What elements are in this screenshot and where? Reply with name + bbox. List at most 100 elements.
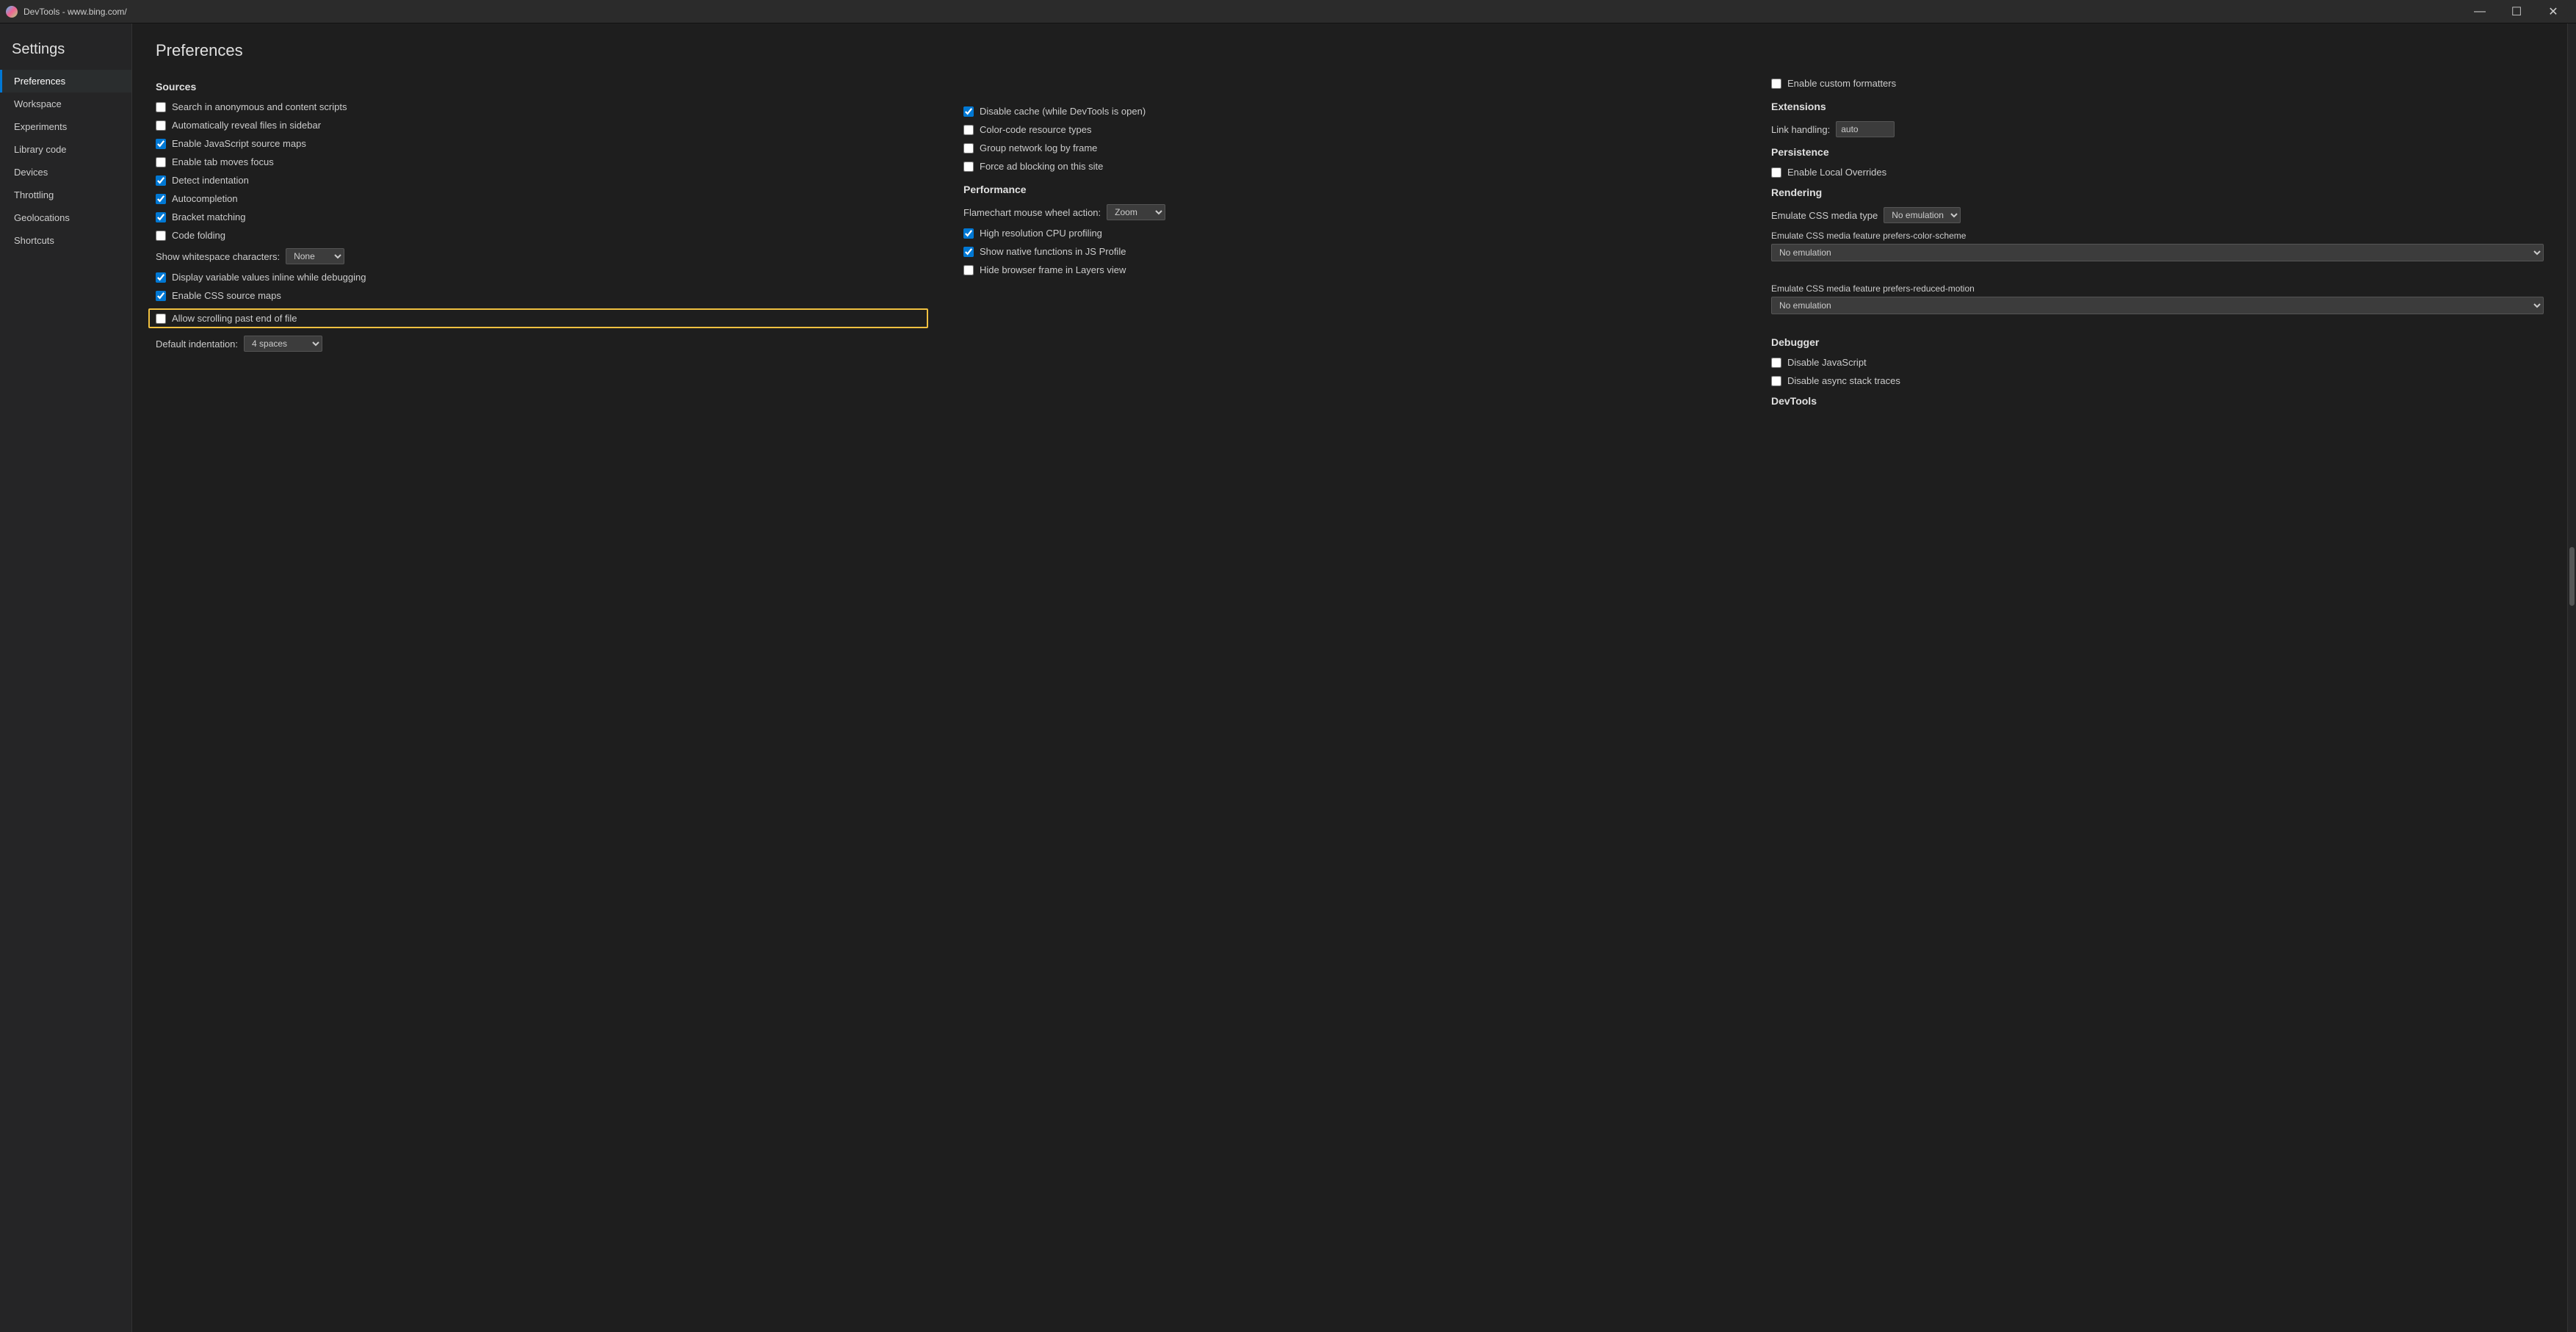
- emulate-prefers-color-section: Emulate CSS media feature prefers-color-…: [1771, 231, 2544, 269]
- sidebar-item-throttling[interactable]: Throttling: [0, 184, 131, 206]
- js-source-maps-checkbox[interactable]: [156, 139, 166, 149]
- tab-focus-label[interactable]: Enable tab moves focus: [172, 156, 274, 167]
- col-network-performance: ​ Disable cache (while DevTools is open)…: [963, 78, 1736, 416]
- checkbox-js-source-maps: Enable JavaScript source maps: [156, 138, 928, 149]
- high-res-cpu-label[interactable]: High resolution CPU profiling: [980, 228, 1102, 239]
- window-controls: — ☐ ✕: [2463, 0, 2570, 23]
- allow-scroll-checkbox[interactable]: [156, 314, 166, 324]
- force-ad-block-checkbox[interactable]: [963, 162, 974, 172]
- link-handling-input[interactable]: [1836, 121, 1895, 137]
- color-code-label[interactable]: Color-code resource types: [980, 124, 1091, 135]
- local-overrides-label[interactable]: Enable Local Overrides: [1787, 167, 1886, 178]
- settings-columns: Sources Search in anonymous and content …: [156, 78, 2544, 416]
- extensions-section-title: Extensions: [1771, 101, 2544, 112]
- minimize-button[interactable]: —: [2463, 0, 2497, 23]
- scrollbar-thumb[interactable]: [2569, 547, 2575, 606]
- css-source-maps-label[interactable]: Enable CSS source maps: [172, 290, 281, 301]
- checkbox-bracket-match: Bracket matching: [156, 211, 928, 222]
- flamechart-label: Flamechart mouse wheel action:: [963, 207, 1101, 218]
- col-sources: Sources Search in anonymous and content …: [156, 78, 928, 416]
- code-folding-label[interactable]: Code folding: [172, 230, 225, 241]
- checkbox-css-source-maps: Enable CSS source maps: [156, 290, 928, 301]
- auto-reveal-label[interactable]: Automatically reveal files in sidebar: [172, 120, 321, 131]
- bracket-match-checkbox[interactable]: [156, 212, 166, 222]
- checkbox-tab-focus: Enable tab moves focus: [156, 156, 928, 167]
- disable-cache-checkbox[interactable]: [963, 106, 974, 117]
- checkbox-hide-browser-frame: Hide browser frame in Layers view: [963, 264, 1736, 275]
- local-overrides-checkbox[interactable]: [1771, 167, 1781, 178]
- emulate-reduced-motion-select[interactable]: No emulation prefers-reduced-motion: red…: [1771, 297, 2544, 314]
- rendering-section-title: Rendering: [1771, 187, 2544, 198]
- force-ad-block-label[interactable]: Force ad blocking on this site: [980, 161, 1103, 172]
- high-res-cpu-checkbox[interactable]: [963, 228, 974, 239]
- checkbox-auto-reveal: Automatically reveal files in sidebar: [156, 120, 928, 131]
- page-title: Preferences: [156, 41, 2544, 60]
- main-layout: Settings Preferences Workspace Experimen…: [0, 23, 2576, 1332]
- indentation-select[interactable]: 4 spaces 2 spaces 8 spaces Tab character: [244, 336, 322, 352]
- code-folding-checkbox[interactable]: [156, 231, 166, 241]
- emulate-css-media-label: Emulate CSS media type: [1771, 210, 1878, 221]
- group-network-label[interactable]: Group network log by frame: [980, 142, 1097, 153]
- sidebar-item-workspace[interactable]: Workspace: [0, 93, 131, 115]
- sidebar-item-preferences[interactable]: Preferences: [0, 70, 131, 93]
- disable-cache-label[interactable]: Disable cache (while DevTools is open): [980, 106, 1146, 117]
- emulate-reduced-motion-label: Emulate CSS media feature prefers-reduce…: [1771, 283, 2544, 294]
- indentation-row: Default indentation: 4 spaces 2 spaces 8…: [156, 336, 928, 352]
- checkbox-disable-cache: Disable cache (while DevTools is open): [963, 106, 1736, 117]
- maximize-button[interactable]: ☐: [2500, 0, 2533, 23]
- bracket-match-label[interactable]: Bracket matching: [172, 211, 245, 222]
- custom-formatters-label[interactable]: Enable custom formatters: [1787, 78, 1896, 89]
- tab-focus-checkbox[interactable]: [156, 157, 166, 167]
- debugger-section-title: Debugger: [1771, 336, 2544, 348]
- checkbox-display-var: Display variable values inline while deb…: [156, 272, 928, 283]
- color-code-checkbox[interactable]: [963, 125, 974, 135]
- native-funcs-checkbox[interactable]: [963, 247, 974, 257]
- search-anon-label[interactable]: Search in anonymous and content scripts: [172, 101, 347, 112]
- emulate-css-media-row: Emulate CSS media type No emulation prin…: [1771, 207, 2544, 223]
- custom-formatters-checkbox[interactable]: [1771, 79, 1781, 89]
- emulate-prefers-color-select[interactable]: No emulation prefers-color-scheme: dark …: [1771, 244, 2544, 261]
- emulate-css-media-select[interactable]: No emulation print screen: [1884, 207, 1961, 223]
- flamechart-select[interactable]: Zoom Scroll: [1107, 204, 1165, 220]
- network-top-text: ​: [963, 78, 1736, 98]
- sidebar-item-geolocations[interactable]: Geolocations: [0, 206, 131, 229]
- whitespace-label: Show whitespace characters:: [156, 251, 280, 262]
- checkbox-allow-scroll: Allow scrolling past end of file: [148, 308, 928, 328]
- disable-js-checkbox[interactable]: [1771, 358, 1781, 368]
- checkbox-custom-formatters: Enable custom formatters: [1771, 78, 2544, 89]
- emulate-prefers-color-label: Emulate CSS media feature prefers-color-…: [1771, 231, 2544, 241]
- auto-reveal-checkbox[interactable]: [156, 120, 166, 131]
- sources-section-title: Sources: [156, 81, 928, 93]
- checkbox-detect-indent: Detect indentation: [156, 175, 928, 186]
- close-button[interactable]: ✕: [2536, 0, 2570, 23]
- whitespace-select[interactable]: None All Trailing: [286, 248, 344, 264]
- group-network-checkbox[interactable]: [963, 143, 974, 153]
- autocompletion-label[interactable]: Autocompletion: [172, 193, 238, 204]
- checkbox-local-overrides: Enable Local Overrides: [1771, 167, 2544, 178]
- search-anon-checkbox[interactable]: [156, 102, 166, 112]
- checkbox-autocompletion: Autocompletion: [156, 193, 928, 204]
- hide-browser-frame-checkbox[interactable]: [963, 265, 974, 275]
- performance-section-title: Performance: [963, 184, 1736, 195]
- indentation-label: Default indentation:: [156, 339, 238, 350]
- persistence-section-title: Persistence: [1771, 146, 2544, 158]
- css-source-maps-checkbox[interactable]: [156, 291, 166, 301]
- native-funcs-label[interactable]: Show native functions in JS Profile: [980, 246, 1126, 257]
- sidebar-item-experiments[interactable]: Experiments: [0, 115, 131, 138]
- checkbox-color-code: Color-code resource types: [963, 124, 1736, 135]
- detect-indent-label[interactable]: Detect indentation: [172, 175, 249, 186]
- disable-async-checkbox[interactable]: [1771, 376, 1781, 386]
- sidebar-item-library-code[interactable]: Library code: [0, 138, 131, 161]
- autocompletion-checkbox[interactable]: [156, 194, 166, 204]
- sidebar-item-devices[interactable]: Devices: [0, 161, 131, 184]
- js-source-maps-label[interactable]: Enable JavaScript source maps: [172, 138, 306, 149]
- display-var-label[interactable]: Display variable values inline while deb…: [172, 272, 366, 283]
- hide-browser-frame-label[interactable]: Hide browser frame in Layers view: [980, 264, 1126, 275]
- sidebar-item-shortcuts[interactable]: Shortcuts: [0, 229, 131, 252]
- display-var-checkbox[interactable]: [156, 272, 166, 283]
- scrollbar-track[interactable]: [2567, 23, 2576, 1332]
- disable-js-label[interactable]: Disable JavaScript: [1787, 357, 1867, 368]
- detect-indent-checkbox[interactable]: [156, 175, 166, 186]
- allow-scroll-label[interactable]: Allow scrolling past end of file: [172, 313, 297, 324]
- disable-async-label[interactable]: Disable async stack traces: [1787, 375, 1900, 386]
